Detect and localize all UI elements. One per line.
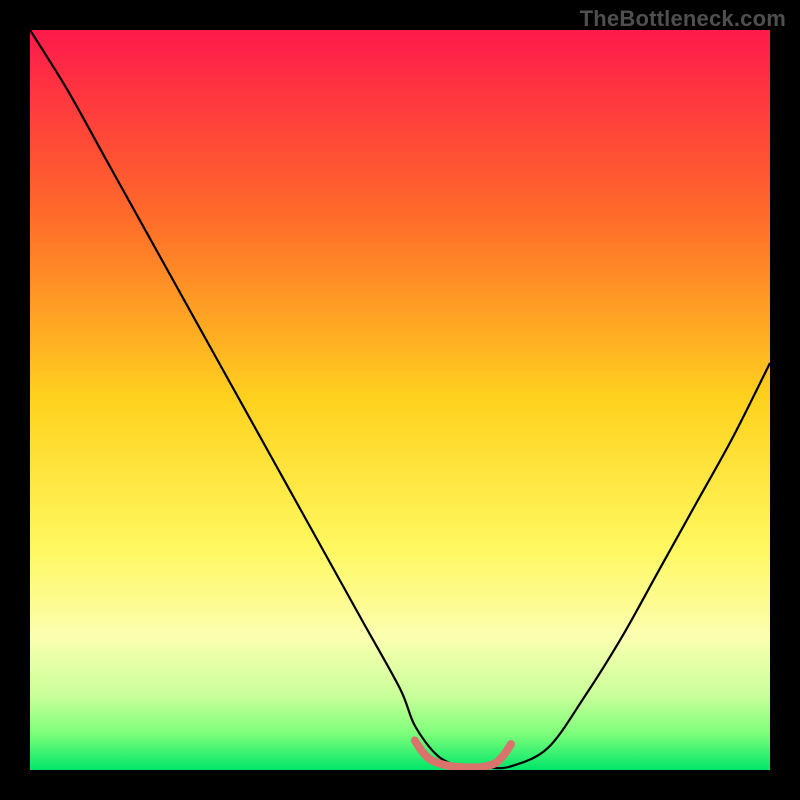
watermark-text: TheBottleneck.com [580, 6, 786, 32]
bottleneck-chart [30, 30, 770, 770]
chart-background [30, 30, 770, 770]
chart-frame: TheBottleneck.com [0, 0, 800, 800]
plot-area [30, 30, 770, 770]
